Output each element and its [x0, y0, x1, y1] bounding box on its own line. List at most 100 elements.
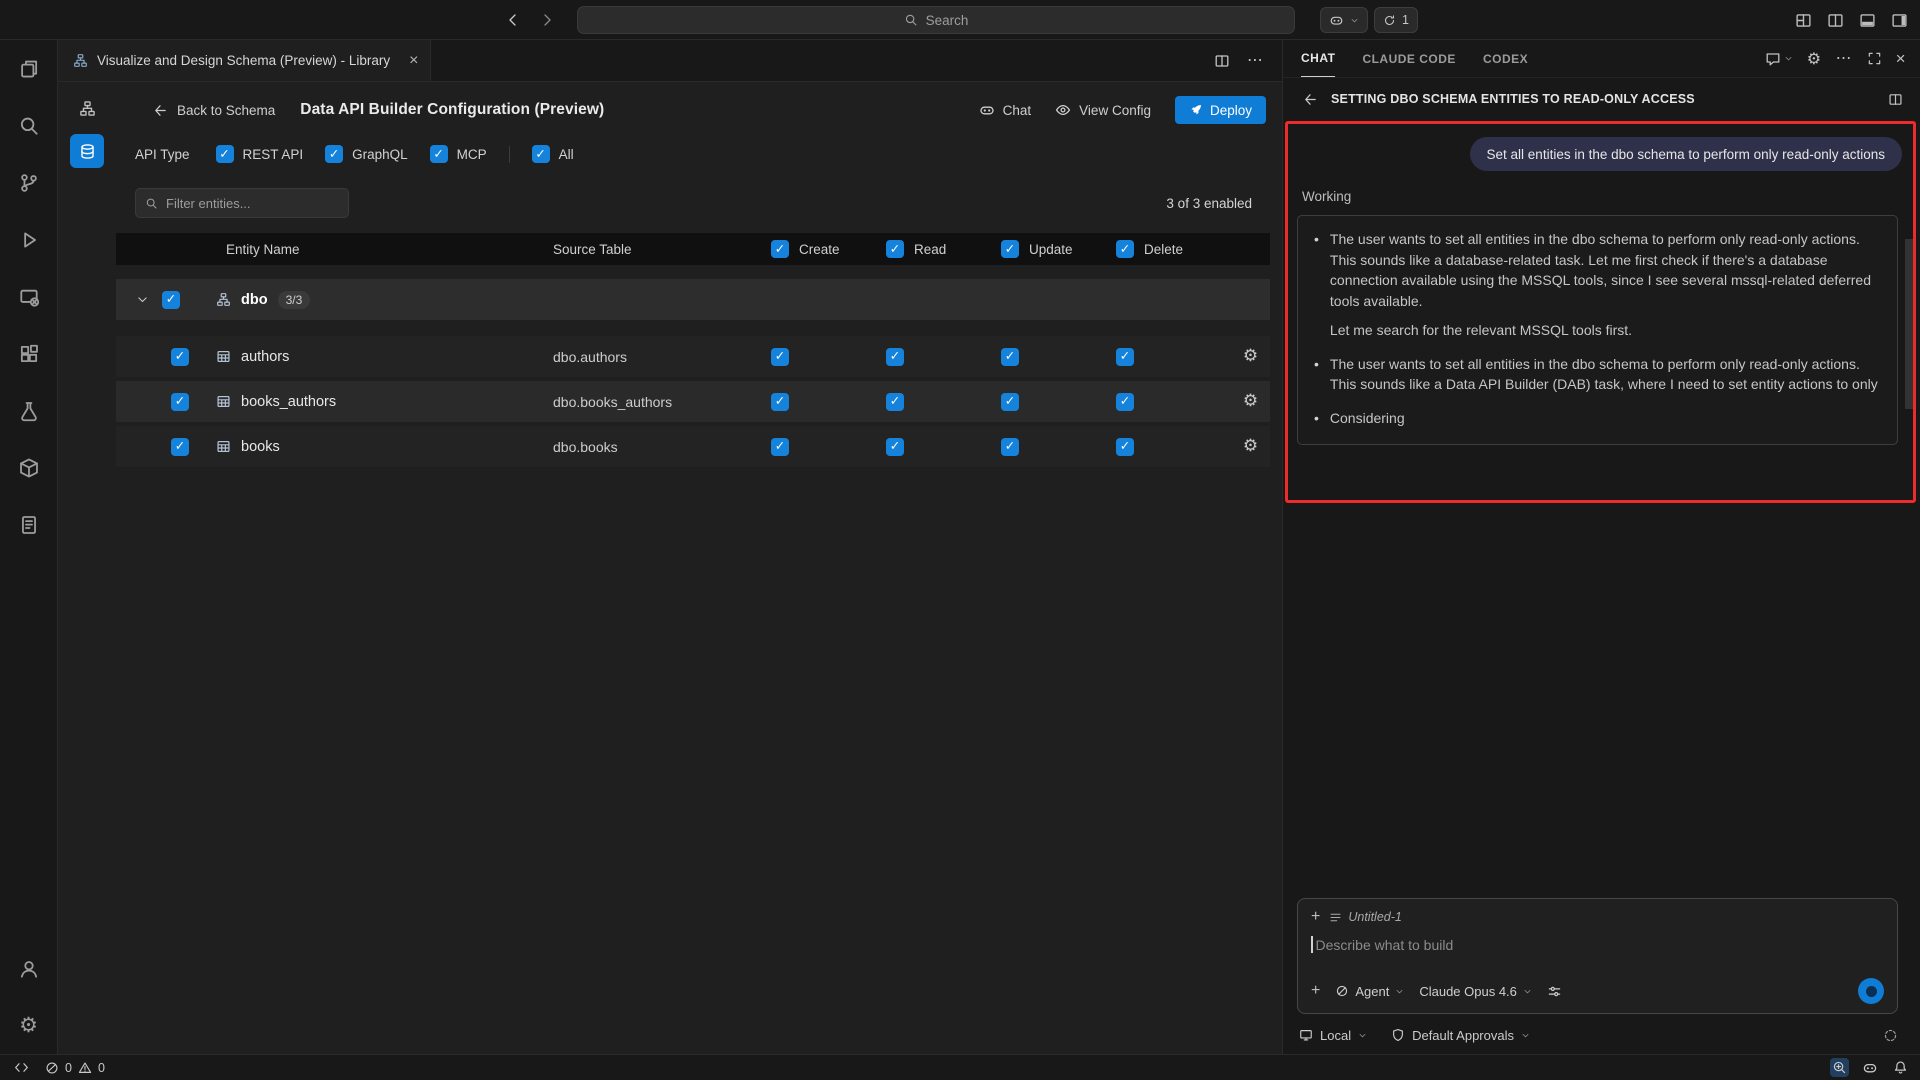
- create-checkbox[interactable]: [771, 393, 789, 411]
- settings-gear-icon[interactable]: ⚙: [0, 997, 58, 1054]
- group-select-checkbox[interactable]: [162, 291, 180, 309]
- row-settings-gear-icon[interactable]: ⚙: [1243, 348, 1258, 365]
- extensions-icon[interactable]: [0, 325, 58, 382]
- toggle-secondary-sidebar-icon[interactable]: [1891, 12, 1908, 29]
- row-select-checkbox[interactable]: [171, 438, 189, 456]
- update-checkbox[interactable]: [1001, 348, 1019, 366]
- designer-rail: [58, 82, 116, 1054]
- tools-sliders-icon[interactable]: [1547, 984, 1562, 999]
- session-sync-badge[interactable]: 1: [1374, 7, 1418, 33]
- model-picker[interactable]: Claude Opus 4.6: [1419, 984, 1532, 999]
- navigate-back-icon[interactable]: [505, 12, 521, 28]
- environment-picker[interactable]: Local: [1299, 1028, 1367, 1043]
- mcp-checkbox[interactable]: [430, 145, 448, 163]
- table-row-authors[interactable]: authors dbo.authors ⚙: [116, 336, 1270, 377]
- schema-diagram-view-icon[interactable]: [70, 91, 104, 125]
- row-settings-gear-icon[interactable]: ⚙: [1243, 393, 1258, 410]
- graphql-option[interactable]: GraphQL: [325, 145, 408, 163]
- schema-group-row[interactable]: dbo 3/3: [116, 279, 1270, 320]
- command-center-search[interactable]: Search: [577, 6, 1295, 34]
- context-file-name: Untitled-1: [1348, 910, 1402, 924]
- chat-more-actions-icon[interactable]: ⋯: [1836, 51, 1853, 67]
- collapse-group-icon[interactable]: [136, 293, 149, 306]
- remote-indicator-icon[interactable]: [14, 1060, 29, 1075]
- update-checkbox[interactable]: [1001, 393, 1019, 411]
- notebooks-icon[interactable]: [0, 496, 58, 553]
- remote-explorer-icon[interactable]: [0, 268, 58, 325]
- update-checkbox[interactable]: [1001, 438, 1019, 456]
- mcp-option[interactable]: MCP: [430, 145, 487, 163]
- view-config-button[interactable]: View Config: [1055, 102, 1151, 118]
- all-option[interactable]: All: [532, 145, 574, 163]
- maximize-panel-icon[interactable]: [1867, 51, 1882, 66]
- context-file-chip[interactable]: Untitled-1: [1329, 910, 1402, 924]
- chat-input-box[interactable]: + Untitled-1 Describe what to build + Ag…: [1297, 898, 1898, 1014]
- graphql-checkbox[interactable]: [325, 145, 343, 163]
- rest-api-option[interactable]: REST API: [216, 145, 304, 163]
- copilot-status-icon[interactable]: [1860, 1058, 1880, 1078]
- copilot-menu-button[interactable]: [1320, 7, 1368, 33]
- create-checkbox[interactable]: [771, 348, 789, 366]
- testing-icon[interactable]: [0, 382, 58, 439]
- source-control-icon[interactable]: [0, 154, 58, 211]
- read-column-checkbox[interactable]: [886, 240, 904, 258]
- add-context-icon[interactable]: +: [1311, 909, 1320, 925]
- database-projects-icon[interactable]: [0, 439, 58, 496]
- explorer-icon[interactable]: [0, 40, 58, 97]
- chat-history-button[interactable]: [1765, 51, 1793, 67]
- chat-input-placeholder[interactable]: Describe what to build: [1316, 937, 1454, 953]
- notifications-bell-icon[interactable]: [1891, 1058, 1910, 1077]
- run-and-debug-icon[interactable]: [0, 211, 58, 268]
- toggle-panel-icon[interactable]: [1859, 12, 1876, 29]
- tab-claude-code[interactable]: CLAUDE CODE: [1362, 40, 1456, 77]
- delete-checkbox[interactable]: [1116, 348, 1134, 366]
- tab-codex[interactable]: CODEX: [1483, 40, 1528, 77]
- rocket-icon: [1189, 103, 1203, 117]
- chat-settings-gear-icon[interactable]: ⚙: [1807, 51, 1822, 67]
- row-settings-gear-icon[interactable]: ⚙: [1243, 438, 1258, 455]
- delete-column-checkbox[interactable]: [1116, 240, 1134, 258]
- delete-checkbox[interactable]: [1116, 438, 1134, 456]
- delete-checkbox[interactable]: [1116, 393, 1134, 411]
- editor-more-actions-icon[interactable]: ⋯: [1247, 53, 1264, 69]
- filter-entities-input[interactable]: [166, 196, 342, 211]
- close-tab-icon[interactable]: ×: [409, 53, 418, 69]
- row-select-checkbox[interactable]: [171, 393, 189, 411]
- update-column-checkbox[interactable]: [1001, 240, 1019, 258]
- approvals-picker[interactable]: Default Approvals: [1391, 1028, 1530, 1043]
- problems-indicator[interactable]: 0 0: [45, 1061, 105, 1075]
- table-row-books[interactable]: books dbo.books ⚙: [116, 426, 1270, 467]
- accounts-icon[interactable]: [0, 940, 58, 997]
- read-checkbox[interactable]: [886, 348, 904, 366]
- chat-back-icon[interactable]: [1303, 92, 1318, 107]
- tab-visualize-design-schema[interactable]: Visualize and Design Schema (Preview) - …: [58, 40, 431, 81]
- create-checkbox[interactable]: [771, 438, 789, 456]
- mode-picker[interactable]: Agent: [1335, 984, 1404, 999]
- read-checkbox[interactable]: [886, 438, 904, 456]
- open-session-in-editor-icon[interactable]: [1888, 92, 1903, 107]
- customize-layout-icon[interactable]: [1795, 12, 1812, 29]
- schema-name: dbo: [241, 292, 268, 308]
- navigate-forward-icon[interactable]: [539, 12, 555, 28]
- split-editor-icon[interactable]: [1827, 12, 1844, 29]
- search-sidebar-icon[interactable]: [0, 97, 58, 154]
- tab-chat[interactable]: CHAT: [1301, 40, 1335, 77]
- row-select-checkbox[interactable]: [171, 348, 189, 366]
- zoom-in-icon[interactable]: [1830, 1058, 1849, 1077]
- filter-entities-field[interactable]: [135, 188, 349, 218]
- create-column-checkbox[interactable]: [771, 240, 789, 258]
- chat-scrollbar[interactable]: [1905, 239, 1913, 409]
- agent-thinking-box: • The user wants to set all entities in …: [1297, 215, 1898, 445]
- rest-api-checkbox[interactable]: [216, 145, 234, 163]
- all-checkbox[interactable]: [532, 145, 550, 163]
- attach-icon[interactable]: +: [1311, 983, 1320, 999]
- read-checkbox[interactable]: [886, 393, 904, 411]
- chat-button[interactable]: Chat: [979, 102, 1032, 118]
- close-panel-icon[interactable]: ×: [1896, 50, 1906, 67]
- dab-config-view-icon[interactable]: [70, 134, 104, 168]
- deploy-button[interactable]: Deploy: [1175, 96, 1266, 124]
- send-button[interactable]: [1858, 978, 1884, 1004]
- back-to-schema-link[interactable]: Back to Schema: [153, 103, 275, 118]
- table-row-books-authors[interactable]: books_authors dbo.books_authors ⚙: [116, 381, 1270, 422]
- split-editor-action-icon[interactable]: [1214, 53, 1230, 69]
